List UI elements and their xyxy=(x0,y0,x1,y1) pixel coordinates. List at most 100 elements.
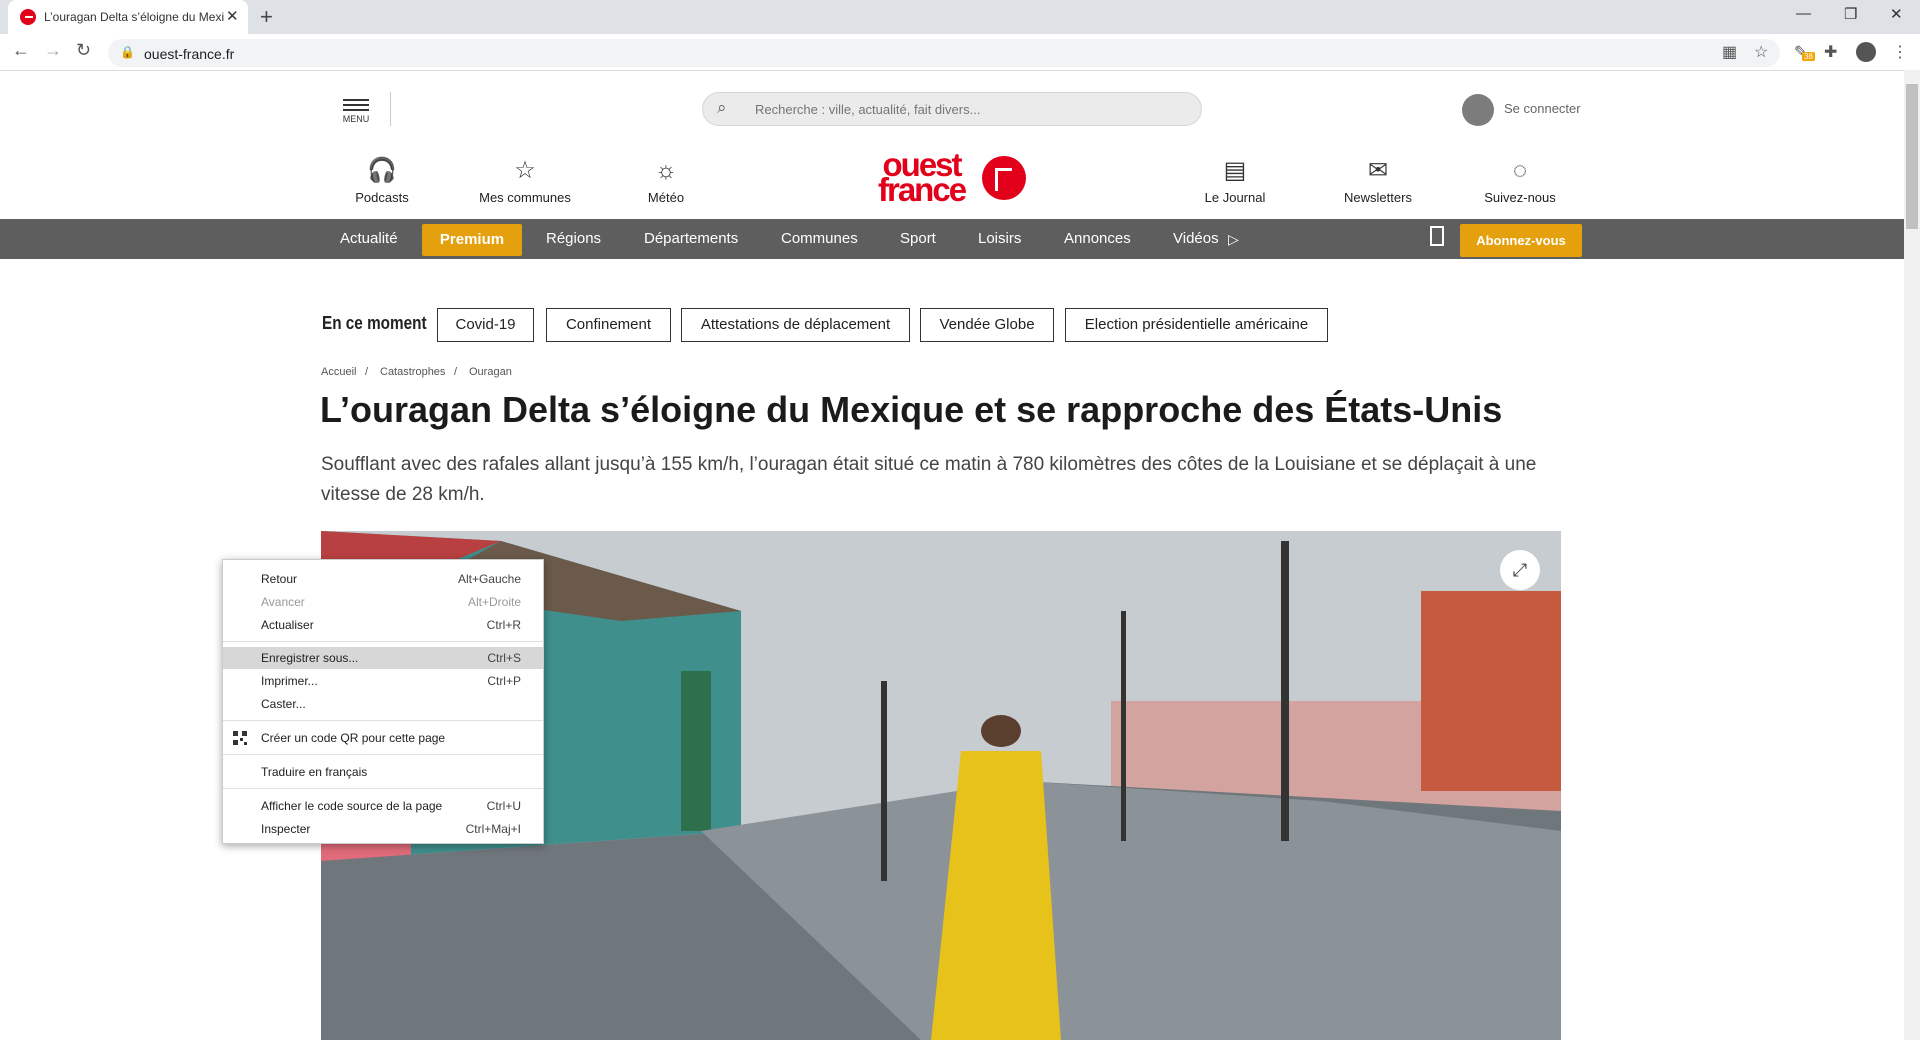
header-item-podcasts[interactable]: 🎧 Podcasts xyxy=(322,156,442,205)
nav-regions[interactable]: Régions xyxy=(546,219,601,259)
trend-tag[interactable]: Covid-19 xyxy=(437,308,534,342)
ctx-cast[interactable]: Caster... xyxy=(223,693,543,715)
favicon-icon xyxy=(20,9,36,25)
nav-videos[interactable]: Vidéos xyxy=(1173,219,1219,259)
headphones-icon: 🎧 xyxy=(367,157,397,184)
ctx-view-source[interactable]: Afficher le code source de la page Ctrl+… xyxy=(223,795,543,817)
trend-tag[interactable]: Election présidentielle américaine xyxy=(1065,308,1328,342)
nav-loisirs[interactable]: Loisirs xyxy=(978,219,1021,259)
user-icon[interactable] xyxy=(1462,94,1494,126)
envelope-icon: ✉ xyxy=(1367,157,1389,184)
ctx-back[interactable]: Retour Alt+Gauche xyxy=(223,568,543,590)
header-item-label: Météo xyxy=(647,190,685,205)
divider xyxy=(390,92,391,126)
nav-communes[interactable]: Communes xyxy=(781,219,858,259)
trend-tag[interactable]: Vendée Globe xyxy=(920,308,1054,342)
nav-departements[interactable]: Départements xyxy=(644,219,738,259)
ctx-label: Imprimer... xyxy=(261,674,318,688)
header-item-label: Mes communes xyxy=(479,190,571,205)
star-icon: ☆ xyxy=(514,157,536,184)
expand-icon[interactable]: ⤢ xyxy=(1500,550,1540,590)
logo-mark xyxy=(982,156,1026,200)
header-item-label: Podcasts xyxy=(355,190,409,205)
forward-icon[interactable]: → xyxy=(44,40,62,61)
header-item-suivez[interactable]: ◌ Suivez-nous xyxy=(1460,156,1580,205)
bookmark-star-icon[interactable]: ☆ xyxy=(1754,42,1768,62)
ctx-separator xyxy=(223,641,543,642)
ctx-separator xyxy=(223,720,543,721)
more-menu-icon[interactable]: ⋮ xyxy=(1892,42,1908,62)
breadcrumb-item[interactable]: Catastrophes xyxy=(380,366,445,378)
nav-actualite[interactable]: Actualité xyxy=(340,219,398,259)
close-window-icon[interactable]: ✕ xyxy=(1890,5,1903,23)
ctx-separator xyxy=(223,754,543,755)
header-item-communes[interactable]: ☆ Mes communes xyxy=(465,156,585,205)
search-icon: ⌕ xyxy=(717,98,727,117)
ctx-shortcut: Ctrl+R xyxy=(486,618,521,632)
search-input[interactable] xyxy=(753,98,1177,120)
ctx-shortcut: Alt+Gauche xyxy=(457,572,521,586)
bookmark-icon[interactable] xyxy=(1430,226,1444,246)
ctx-reload[interactable]: Actualiser Ctrl+R xyxy=(223,614,543,636)
ctx-save-as[interactable]: Enregistrer sous... Ctrl+S xyxy=(223,647,543,669)
new-tab-button[interactable]: + xyxy=(260,4,273,30)
share-icon: ◌ xyxy=(1512,157,1528,184)
nav-premium[interactable]: Premium xyxy=(422,224,522,256)
trend-tag[interactable]: Attestations de déplacement xyxy=(681,308,910,342)
ctx-label: Créer un code QR pour cette page xyxy=(261,731,446,745)
browser-tab[interactable]: L’ouragan Delta s’éloigne du Mexique et … xyxy=(8,0,248,34)
subscribe-button[interactable]: Abonnez-vous xyxy=(1460,224,1582,257)
trend-tag[interactable]: Confinement xyxy=(546,308,671,342)
header-item-label: Suivez-nous xyxy=(1484,190,1556,205)
ctx-translate[interactable]: Traduire en français xyxy=(223,761,543,783)
tab-strip xyxy=(0,0,1920,34)
close-tab-icon[interactable]: ✕ xyxy=(226,7,239,25)
weather-icon: ☼ xyxy=(655,157,677,184)
menu-button[interactable]: MENU xyxy=(340,96,372,124)
search-bar[interactable]: ⌕ xyxy=(702,92,1202,126)
breadcrumb-item[interactable]: Ouragan xyxy=(469,366,512,378)
play-icon: ▷ xyxy=(1228,231,1239,247)
scrollbar-thumb[interactable] xyxy=(1906,84,1918,229)
breadcrumb-separator: / xyxy=(454,366,458,378)
ctx-label: Traduire en français xyxy=(261,765,368,779)
ctx-inspect[interactable]: Inspecter Ctrl+Maj+I xyxy=(223,818,543,840)
ctx-label: Caster... xyxy=(261,697,306,711)
nav-sport[interactable]: Sport xyxy=(900,219,936,259)
login-link[interactable]: Se connecter xyxy=(1504,101,1581,116)
ctx-shortcut: Alt+Droite xyxy=(467,595,521,609)
minimize-icon[interactable]: — xyxy=(1796,5,1811,22)
ctx-shortcut: Ctrl+P xyxy=(487,674,521,688)
url-text: ouest-france.fr xyxy=(144,46,235,62)
header-item-label: Le Journal xyxy=(1204,190,1266,205)
header-item-newsletters[interactable]: ✉ Newsletters xyxy=(1318,156,1438,205)
trending-label: En ce moment xyxy=(322,313,427,333)
address-bar[interactable]: 🔒 ouest-france.fr xyxy=(108,39,1780,67)
context-menu: Retour Alt+Gauche Avancer Alt+Droite Act… xyxy=(222,559,544,844)
ctx-label: Afficher le code source de la page xyxy=(261,799,443,813)
header-item-journal[interactable]: ▤ Le Journal xyxy=(1175,156,1295,205)
ctx-shortcut: Ctrl+U xyxy=(486,799,521,813)
qr-code-icon xyxy=(233,731,247,745)
ctx-label: Actualiser xyxy=(261,618,314,632)
extensions-puzzle-icon[interactable]: ✚ xyxy=(1824,42,1837,62)
reload-icon[interactable]: ↻ xyxy=(76,40,91,61)
ctx-separator xyxy=(223,788,543,789)
lock-icon: 🔒 xyxy=(120,45,135,59)
header-item-meteo[interactable]: ☼ Météo xyxy=(606,156,726,205)
breadcrumb-item[interactable]: Accueil xyxy=(321,366,356,378)
ctx-shortcut: Ctrl+Maj+I xyxy=(465,822,521,836)
nav-annonces[interactable]: Annonces xyxy=(1064,219,1131,259)
ctx-label: Avancer xyxy=(261,595,305,609)
profile-avatar[interactable] xyxy=(1856,42,1876,62)
restore-icon[interactable]: ❐ xyxy=(1844,5,1857,23)
qr-code-icon[interactable]: ▦ xyxy=(1722,42,1737,62)
ctx-shortcut: Ctrl+S xyxy=(487,651,521,665)
ctx-qr-code[interactable]: Créer un code QR pour cette page xyxy=(223,727,543,749)
article-title: L’ouragan Delta s’éloigne du Mexique et … xyxy=(320,389,1503,430)
back-icon[interactable]: ← xyxy=(12,40,30,61)
site-logo[interactable]: ouest france xyxy=(872,148,1032,208)
ctx-print[interactable]: Imprimer... Ctrl+P xyxy=(223,670,543,692)
ctx-forward[interactable]: Avancer Alt+Droite xyxy=(223,591,543,613)
logo-line2: france xyxy=(878,171,967,208)
